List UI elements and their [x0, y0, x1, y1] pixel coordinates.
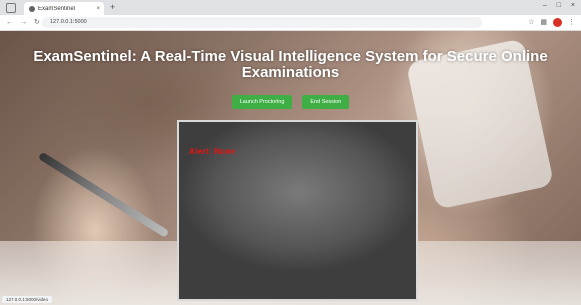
- back-icon[interactable]: ←: [6, 17, 13, 28]
- favicon-icon: [29, 5, 35, 12]
- end-session-button[interactable]: End Session: [302, 95, 350, 109]
- close-window-button[interactable]: ×: [571, 2, 575, 9]
- page-title: ExamSentinel: A Real-Time Visual Intelli…: [33, 48, 548, 81]
- forward-icon[interactable]: →: [20, 17, 27, 28]
- toolbar-actions: ☆ ▦ ⋮: [528, 17, 575, 28]
- bookmark-star-icon[interactable]: ☆: [528, 17, 534, 28]
- status-bar-url: 127.0.0.1:5000/video: [2, 296, 53, 303]
- tab-close-icon[interactable]: ×: [96, 6, 100, 12]
- reload-icon[interactable]: ↻: [34, 17, 40, 28]
- nav-buttons: ← → ↻: [6, 17, 40, 28]
- profile-avatar[interactable]: [553, 18, 562, 27]
- minimize-button[interactable]: –: [543, 2, 547, 9]
- background-pen-image: [37, 151, 170, 238]
- launch-proctoring-button[interactable]: Launch Proctoring: [231, 95, 293, 109]
- tab-strip: ExamSentinel × + – □ ×: [0, 0, 581, 15]
- extensions-icon[interactable]: ▦: [540, 17, 547, 28]
- browser-tab[interactable]: ExamSentinel ×: [24, 2, 104, 15]
- page-content: ExamSentinel: A Real-Time Visual Intelli…: [0, 31, 581, 305]
- new-tab-button[interactable]: +: [110, 2, 115, 13]
- tab-search-icon[interactable]: [6, 3, 16, 13]
- browser-toolbar: ← → ↻ 127.0.0.1:5000 ☆ ▦ ⋮: [0, 15, 581, 31]
- action-buttons: Launch Proctoring End Session: [0, 95, 581, 109]
- address-bar[interactable]: 127.0.0.1:5000: [42, 17, 482, 28]
- tab-title: ExamSentinel: [38, 5, 76, 12]
- maximize-button[interactable]: □: [557, 2, 561, 9]
- browser-window: ExamSentinel × + – □ × ← → ↻ 127.0.0.1:5…: [0, 0, 581, 305]
- window-controls: – □ ×: [543, 2, 575, 9]
- webcam-feed: Alert: None: [177, 120, 418, 301]
- menu-dots-icon[interactable]: ⋮: [568, 17, 575, 28]
- alert-status-text: Alert: None: [189, 147, 236, 156]
